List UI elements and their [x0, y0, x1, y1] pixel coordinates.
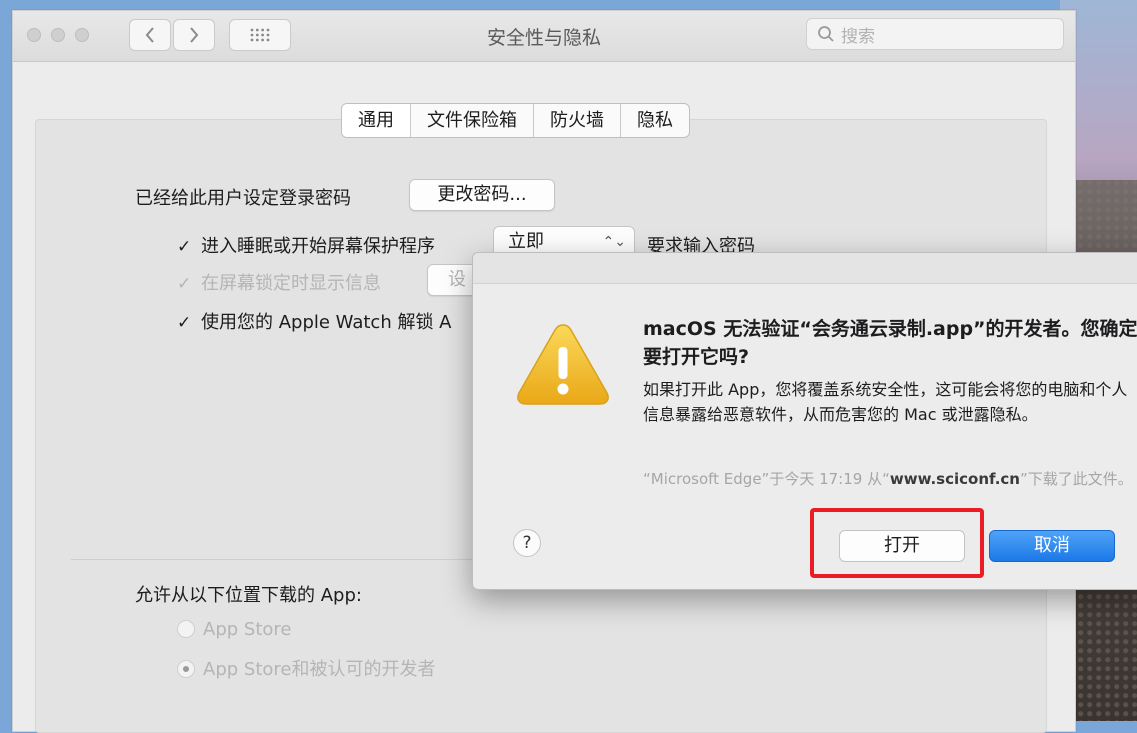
radio-app-store[interactable] — [177, 620, 195, 638]
apple-watch-label: 使用您的 Apple Watch 解锁 A — [201, 312, 452, 333]
search-placeholder: 搜索 — [841, 26, 875, 47]
apple-watch-row: ✓ 使用您的 Apple Watch 解锁 A — [177, 308, 451, 334]
alert-title: macOS 无法验证“会务通云录制.app”的开发者。您确定要打开它吗? — [643, 318, 1137, 368]
cancel-button[interactable]: 取消 — [989, 530, 1115, 562]
highlight-box — [810, 508, 984, 578]
apple-watch-checkbox[interactable]: ✓ — [177, 313, 193, 333]
search-icon — [818, 26, 834, 42]
alert-message: 如果打开此 App，您将覆盖系统安全性，这可能会将您的电脑和个人信息暴露给恶意软… — [643, 380, 1128, 424]
tab-privacy[interactable]: 隐私 — [620, 104, 689, 137]
tab-general[interactable]: 通用 — [342, 104, 410, 137]
divider — [71, 559, 491, 560]
radio-app-store-developers-row: App Store和被认可的开发者 — [177, 655, 435, 681]
note-domain: www.sciconf.cn — [889, 470, 1020, 488]
radio-app-store-label: App Store — [203, 619, 292, 640]
help-icon[interactable]: ? — [513, 529, 541, 557]
radio-app-store-developers-label: App Store和被认可的开发者 — [203, 659, 436, 680]
tab-firewall[interactable]: 防火墙 — [533, 104, 620, 137]
search-field[interactable]: 搜索 — [806, 18, 1064, 50]
tab-filevault[interactable]: 文件保险箱 — [410, 104, 533, 137]
show-message-row: ✓ 在屏幕锁定时显示信息 — [177, 269, 381, 295]
require-password-row: ✓ 进入睡眠或开始屏幕保护程序 — [177, 232, 435, 258]
alert-sheet-header — [473, 253, 1137, 284]
alert-download-note: “Microsoft Edge”于今天 17:19 从“www.sciconf.… — [643, 467, 1137, 491]
show-message-label: 在屏幕锁定时显示信息 — [201, 273, 381, 294]
change-password-button[interactable]: 更改密码... — [409, 179, 555, 211]
allow-downloads-label: 允许从以下位置下载的 App: — [135, 585, 362, 606]
tab-bar: 通用 文件保险箱 防火墙 隐私 — [341, 103, 690, 138]
warning-icon — [517, 324, 609, 405]
show-message-checkbox[interactable]: ✓ — [177, 274, 193, 294]
password-set-label: 已经给此用户设定登录密码 — [135, 188, 351, 209]
title-bar: 安全性与隐私 搜索 — [13, 11, 1075, 62]
require-password-checkbox[interactable]: ✓ — [177, 237, 193, 257]
radio-app-store-row: App Store — [177, 619, 291, 640]
require-password-label: 进入睡眠或开始屏幕保护程序 — [201, 236, 435, 257]
radio-app-store-developers[interactable] — [177, 660, 195, 678]
note-prefix: “Microsoft Edge”于今天 17:19 从“ — [643, 470, 890, 488]
unverified-developer-alert: macOS 无法验证“会务通云录制.app”的开发者。您确定要打开它吗? 如果打… — [472, 252, 1137, 590]
note-suffix: ”下载了此文件。 — [1019, 470, 1133, 488]
delay-value: 立即 — [508, 231, 544, 252]
